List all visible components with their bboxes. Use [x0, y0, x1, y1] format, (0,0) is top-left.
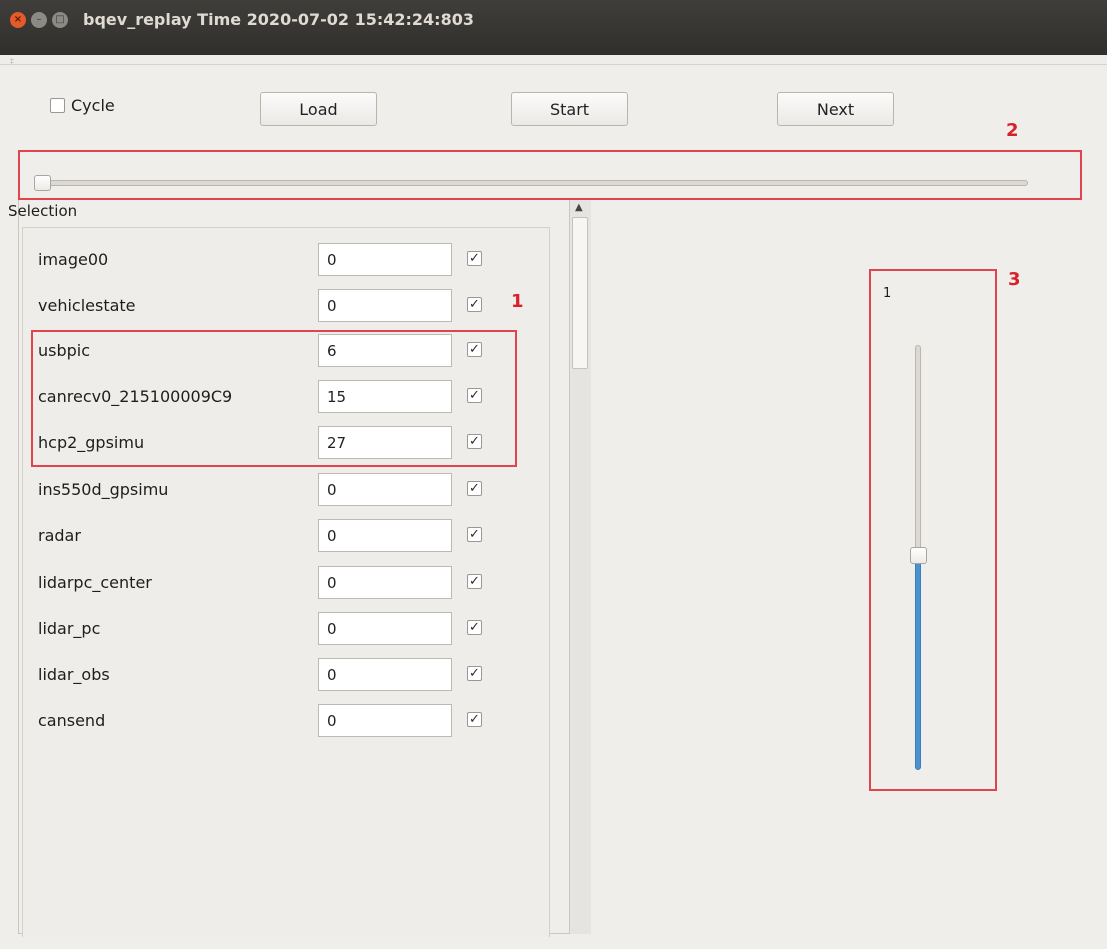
annotation-box-3 — [869, 269, 997, 791]
row-label: image00 — [38, 250, 109, 269]
row-enable-checkbox[interactable]: ✓ — [467, 251, 482, 266]
annotation-label-1: 1 — [511, 291, 524, 312]
next-button[interactable]: Next — [777, 92, 894, 126]
selection-title: Selection — [8, 202, 78, 220]
annotation-label-3: 3 — [1008, 269, 1021, 290]
row-enable-checkbox[interactable]: ✓ — [467, 481, 482, 496]
maximize-window-icon[interactable]: □ — [52, 12, 68, 28]
row-value-input[interactable]: 0 — [318, 566, 452, 599]
start-button[interactable]: Start — [511, 92, 628, 126]
row-value-input[interactable]: 0 — [318, 243, 452, 276]
row-enable-checkbox[interactable]: ✓ — [467, 712, 482, 727]
row-value-input[interactable]: 0 — [318, 289, 452, 322]
annotation-box-1 — [31, 330, 517, 467]
close-window-icon[interactable]: × — [10, 12, 26, 28]
annotation-label-2: 2 — [1006, 120, 1019, 141]
row-label: vehiclestate — [38, 296, 136, 315]
grip-handle-icon — [10, 58, 14, 64]
row-value-input[interactable]: 0 — [318, 612, 452, 645]
row-label: lidarpc_center — [38, 573, 152, 592]
cycle-label: Cycle — [71, 96, 115, 115]
scrollbar-handle[interactable] — [572, 217, 588, 369]
row-label: lidar_obs — [38, 665, 110, 684]
title-bar: × – □ bqev_replay Time 2020-07-02 15:42:… — [0, 0, 1107, 55]
row-enable-checkbox[interactable]: ✓ — [467, 297, 482, 312]
cycle-checkbox[interactable] — [50, 98, 65, 113]
minimize-window-icon[interactable]: – — [31, 12, 47, 28]
row-enable-checkbox[interactable]: ✓ — [467, 527, 482, 542]
selection-scrollbar[interactable]: ▲ — [569, 198, 591, 934]
row-label: radar — [38, 526, 81, 545]
scroll-up-arrow-icon[interactable]: ▲ — [575, 202, 583, 213]
row-enable-checkbox[interactable]: ✓ — [467, 574, 482, 589]
row-value-input[interactable]: 0 — [318, 473, 452, 506]
menu-bar — [0, 55, 1107, 65]
row-enable-checkbox[interactable]: ✓ — [467, 620, 482, 635]
row-value-input[interactable]: 0 — [318, 704, 452, 737]
row-value-input[interactable]: 0 — [318, 519, 452, 552]
row-enable-checkbox[interactable]: ✓ — [467, 666, 482, 681]
annotation-box-2 — [18, 150, 1082, 200]
row-value-input[interactable]: 0 — [318, 658, 452, 691]
row-label: ins550d_gpsimu — [38, 480, 169, 499]
row-label: cansend — [38, 711, 106, 730]
window-title: bqev_replay Time 2020-07-02 15:42:24:803 — [83, 10, 474, 29]
row-label: lidar_pc — [38, 619, 101, 638]
load-button[interactable]: Load — [260, 92, 377, 126]
